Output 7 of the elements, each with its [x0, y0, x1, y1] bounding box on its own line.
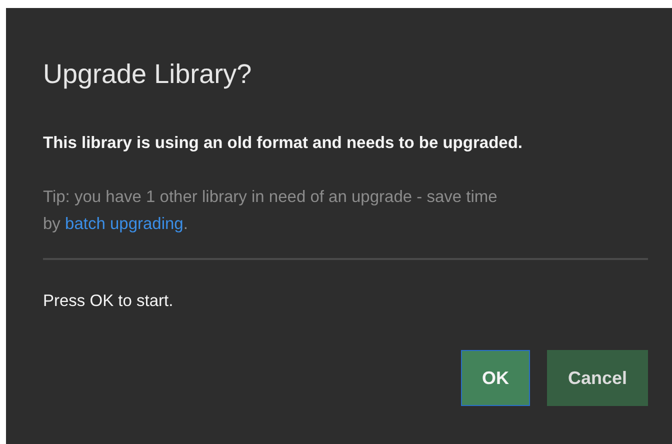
ok-button[interactable]: OK [460, 350, 530, 406]
cancel-button[interactable]: Cancel [546, 350, 648, 406]
dialog-title: Upgrade Library? [43, 58, 253, 90]
batch-upgrade-link[interactable]: batch upgrading [65, 215, 184, 233]
prompt-text: Press OK to start. [43, 291, 174, 312]
message-text: This library is using an old format and needs to be upgraded. [43, 133, 524, 154]
tip-text: Tip: you have 1 other library in need of an upgrade - save time by batch upgrading. [43, 187, 498, 235]
